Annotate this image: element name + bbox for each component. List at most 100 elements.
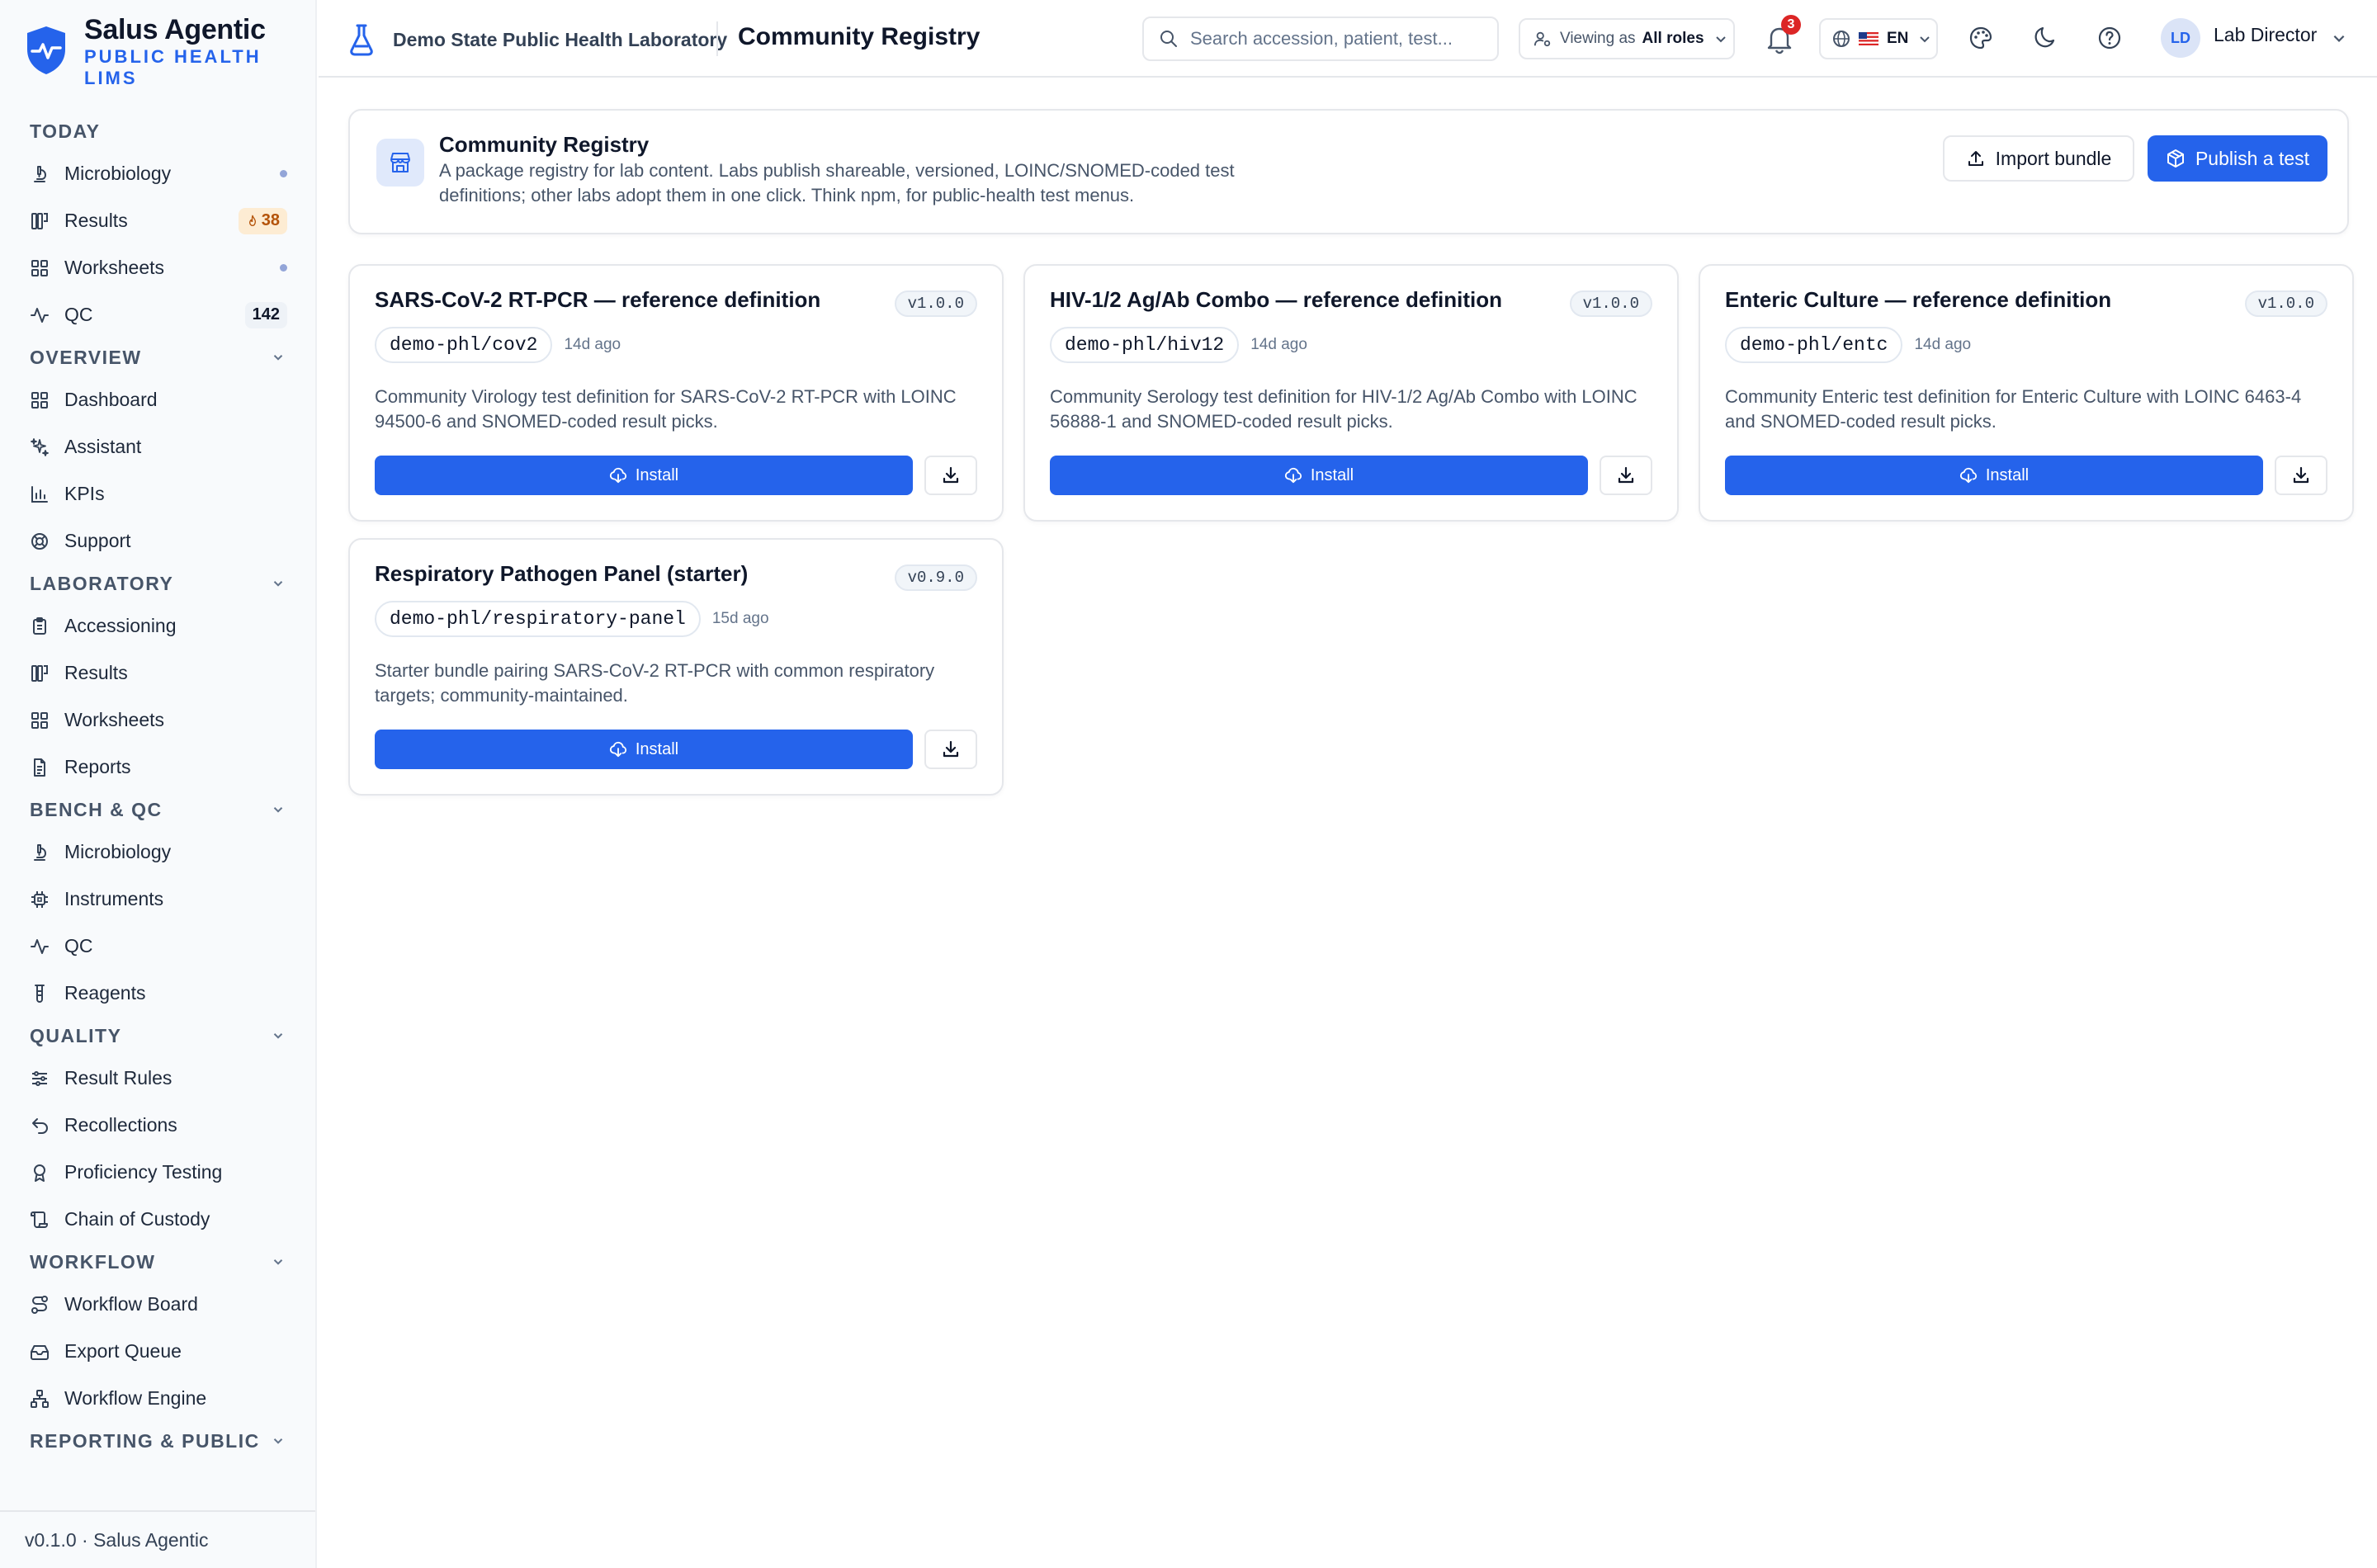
publish-test-button[interactable]: Publish a test [2148, 135, 2327, 182]
palette-icon[interactable] [1968, 25, 1994, 51]
sidebar-item-workflow-board[interactable]: Workflow Board [0, 1281, 315, 1328]
language-code: EN [1887, 30, 1909, 47]
import-bundle-button[interactable]: Import bundle [1943, 135, 2134, 182]
role-switcher[interactable]: Viewing as All roles [1519, 18, 1735, 59]
download-icon [943, 740, 959, 758]
brand-subtitle: PUBLIC HEALTH LIMS [84, 46, 262, 88]
package-title[interactable]: HIV-1/2 Ag/Ab Combo — reference definiti… [1050, 287, 1562, 313]
download-icon [1618, 466, 1634, 484]
download-button[interactable] [924, 456, 977, 495]
sidebar-item-qc[interactable]: QC [0, 923, 315, 970]
nav-section-laboratory[interactable]: LABORATORY [0, 564, 315, 602]
columns-icon [31, 212, 48, 229]
install-button[interactable]: Install [1725, 456, 2263, 495]
package-card: HIV-1/2 Ag/Ab Combo — reference definiti… [1023, 264, 1679, 522]
sidebar-item-proficiency-testing[interactable]: Proficiency Testing [0, 1149, 315, 1196]
undo-icon [32, 1117, 48, 1134]
package-meta: demo-phl/cov2 14d ago [375, 327, 621, 363]
sidebar-item-results[interactable]: Results 38 [0, 197, 315, 244]
nav-section-overview[interactable]: OVERVIEW [0, 338, 315, 376]
install-button[interactable]: Install [1050, 456, 1588, 495]
viewing-label: Viewing as [1560, 30, 1636, 47]
package-age: 14d ago [1914, 336, 1972, 353]
help-icon[interactable] [2096, 25, 2123, 51]
sidebar-item-export-queue[interactable]: Export Queue [0, 1328, 315, 1375]
notifications-button[interactable]: 3 [1765, 15, 1801, 54]
section-label: BENCH & QC [30, 798, 163, 820]
sidebar-item-reagents[interactable]: Reagents [0, 970, 315, 1017]
sidebar-item-reports[interactable]: Reports [0, 744, 315, 791]
package-title[interactable]: Enteric Culture — reference definition [1725, 287, 2237, 313]
sidebar-item-accessioning[interactable]: Accessioning [0, 602, 315, 649]
sidebar-item-qc[interactable]: QC 142 [0, 291, 315, 338]
version-badge: v0.9.0 [894, 564, 977, 591]
section-label: QUALITY [30, 1024, 122, 1046]
package-meta: demo-phl/respiratory-panel 15d ago [375, 601, 769, 637]
sidebar-item-microbiology[interactable]: Microbiology [0, 829, 315, 876]
sidebar-nav: TODAY Microbiology Results 38 Worksheets QC 14… [0, 112, 315, 1460]
sidebar-item-worksheets[interactable]: Worksheets [0, 244, 315, 291]
sidebar-item-kpis[interactable]: KPIs [0, 470, 315, 517]
install-button[interactable]: Install [375, 730, 913, 769]
badge-count: 38 [261, 211, 280, 229]
chevron-down-icon [273, 1438, 283, 1444]
viewing-value: All roles [1642, 30, 1704, 47]
user-cog-icon [1533, 31, 1551, 47]
bar-chart-icon [31, 485, 48, 503]
award-icon [34, 1164, 45, 1182]
version-badge: v1.0.0 [894, 290, 977, 317]
avatar: LD [2161, 18, 2200, 58]
package-slug: demo-phl/cov2 [375, 327, 553, 363]
sidebar-item-label: QC [64, 304, 93, 325]
sidebar-item-result-rules[interactable]: Result Rules [0, 1055, 315, 1102]
nav-section-bench-qc[interactable]: BENCH & QC [0, 791, 315, 829]
status-dot [280, 264, 287, 272]
sidebar-footer: v0.1.0 · Salus Agentic [0, 1510, 315, 1568]
inbox-icon [31, 1344, 49, 1360]
download-button[interactable] [2275, 456, 2327, 495]
chevron-down-icon [273, 1033, 283, 1039]
download-button[interactable] [924, 730, 977, 769]
us-flag-icon [1859, 32, 1878, 45]
sidebar-item-assistant[interactable]: Assistant [0, 423, 315, 470]
nav-section-workflow[interactable]: WORKFLOW [0, 1243, 315, 1281]
search-box[interactable] [1142, 17, 1499, 61]
user-menu[interactable]: LD Lab Director [2161, 18, 2346, 58]
package-slug: demo-phl/hiv12 [1050, 327, 1240, 363]
sidebar-item-microbiology[interactable]: Microbiology [0, 150, 315, 197]
test-tube-icon [35, 984, 45, 1003]
package-icon [2167, 149, 2184, 168]
sidebar-item-support[interactable]: Support [0, 517, 315, 564]
download-button[interactable] [1600, 456, 1652, 495]
nav-section-quality[interactable]: QUALITY [0, 1017, 315, 1055]
language-selector[interactable]: EN [1819, 18, 1938, 59]
sidebar-item-chain-of-custody[interactable]: Chain of Custody [0, 1196, 315, 1243]
publish-test-label: Publish a test [2195, 147, 2310, 169]
lab-selector[interactable]: Demo State Public Health Laboratory [348, 23, 727, 56]
store-icon [376, 139, 424, 187]
sidebar-item-results[interactable]: Results [0, 649, 315, 697]
package-title[interactable]: Respiratory Pathogen Panel (starter) [375, 561, 886, 587]
sidebar-item-label: Workflow Board [64, 1293, 198, 1315]
sidebar-item-label: Reports [64, 756, 131, 777]
top-bar: Demo State Public Health Laboratory Comm… [319, 0, 2377, 78]
sidebar-item-label: Reagents [64, 982, 146, 1004]
cloud-download-icon [1959, 467, 1977, 484]
nav-section-reporting-public[interactable]: REPORTING & PUBLIC [0, 1422, 315, 1460]
install-label: Install [1985, 465, 2030, 484]
sidebar-item-dashboard[interactable]: Dashboard [0, 376, 315, 423]
moon-icon[interactable] [2032, 25, 2058, 51]
package-meta: demo-phl/entc 14d ago [1725, 327, 1971, 363]
install-label: Install [1310, 465, 1354, 484]
brand[interactable]: Salus Agentic PUBLIC HEALTH LIMS [25, 13, 266, 89]
package-title[interactable]: SARS-CoV-2 RT-PCR — reference definition [375, 287, 886, 313]
chevron-down-icon [1920, 36, 1930, 43]
sidebar-item-recollections[interactable]: Recollections [0, 1102, 315, 1149]
sidebar-item-workflow-engine[interactable]: Workflow Engine [0, 1375, 315, 1422]
search-input[interactable] [1190, 28, 1487, 50]
sidebar-item-worksheets[interactable]: Worksheets [0, 697, 315, 744]
flame-icon [248, 215, 256, 226]
install-button[interactable]: Install [375, 456, 913, 495]
sidebar-item-instruments[interactable]: Instruments [0, 876, 315, 923]
sidebar-item-label: Recollections [64, 1114, 177, 1136]
